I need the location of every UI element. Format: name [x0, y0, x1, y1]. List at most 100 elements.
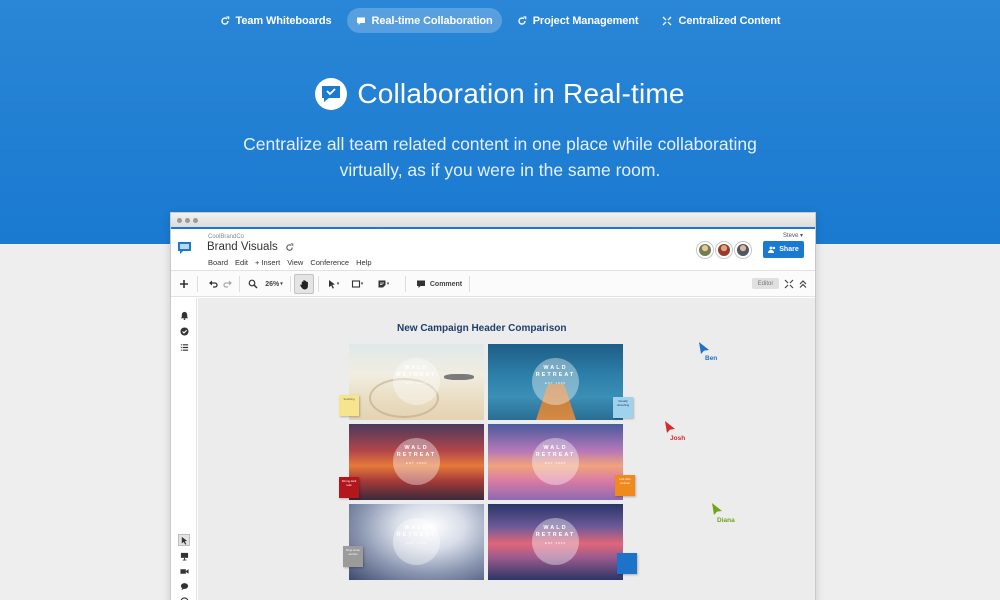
zoom-level[interactable]: 26% ▾: [263, 271, 285, 297]
campaign-image-ocean-pier[interactable]: WALD RETREAT EST 1900: [488, 344, 623, 420]
collaborator-label: Josh: [670, 435, 686, 442]
chat-icon: [180, 582, 188, 590]
presentation-icon: [180, 552, 188, 561]
bell-icon: [180, 311, 188, 320]
sticky-note[interactable]: Strong dark reds: [339, 477, 359, 498]
add-button[interactable]: [177, 271, 191, 297]
sticky-note-tool-button[interactable]: ▾: [375, 271, 391, 297]
left-sidebar: [171, 298, 197, 600]
fullscreen-button[interactable]: [783, 271, 795, 297]
badge-line: RETREAT: [535, 532, 576, 538]
hero-subtitle: Centralize all team related content in o…: [0, 131, 1000, 183]
app-header: CoolBrandCo Brand Visuals Board Edit + I…: [171, 229, 815, 271]
window-chrome: [171, 213, 815, 229]
window-minimize-button[interactable]: [185, 218, 190, 223]
board-heading[interactable]: New Campaign Header Comparison: [397, 323, 566, 334]
share-label: Share: [779, 246, 799, 253]
video-button[interactable]: [179, 566, 189, 576]
campaign-image-pastel-sunset[interactable]: WALD RETREAT EST 1900: [488, 424, 623, 500]
page-title: Collaboration in Real-time: [357, 78, 685, 109]
campaign-image-sand-spiral[interactable]: WALD RETREAT EST 1900: [349, 344, 484, 420]
notifications-button[interactable]: [179, 310, 189, 320]
comment-button[interactable]: Comment: [414, 271, 464, 297]
badge-subtext: EST 1900: [405, 461, 428, 465]
campaign-image-dusk-sea[interactable]: WALD RETREAT EST 1900: [488, 504, 623, 580]
sticky-note[interactable]: Soothing: [339, 395, 359, 416]
pan-tool-button[interactable]: [294, 274, 314, 294]
avatar[interactable]: [716, 242, 732, 258]
menu-board[interactable]: Board: [208, 258, 228, 267]
sticky-note-icon: [378, 280, 386, 288]
chevron-down-icon: ▾: [280, 281, 283, 287]
rectangle-icon: [351, 280, 360, 288]
presenter-mode-button[interactable]: [178, 534, 190, 546]
avatar[interactable]: [735, 242, 751, 258]
badge-text: WALD RETREAT: [349, 445, 484, 459]
tab-label: Team Whiteboards: [235, 14, 332, 27]
toolbar-divider: [405, 276, 406, 292]
board-title[interactable]: Brand Visuals: [207, 241, 278, 253]
avatar[interactable]: [697, 242, 713, 258]
help-button[interactable]: [179, 596, 189, 600]
tab-centralized-content[interactable]: Centralized Content: [653, 8, 789, 33]
collaborator-cursor-icon: [665, 421, 675, 433]
badge-text: WALD RETREAT: [349, 525, 484, 539]
undo-button[interactable]: [207, 271, 219, 297]
tab-team-whiteboards[interactable]: Team Whiteboards: [211, 8, 341, 33]
zoom-value: 26%: [265, 280, 280, 288]
menu-view[interactable]: View: [287, 258, 303, 267]
toolbar-divider: [290, 276, 291, 292]
tasks-button[interactable]: [179, 326, 189, 336]
badge-text: WALD RETREAT: [488, 445, 623, 459]
window-maximize-button[interactable]: [193, 218, 198, 223]
sync-icon[interactable]: [285, 243, 294, 252]
sticky-note[interactable]: Drop some worries: [343, 546, 363, 567]
menu-help[interactable]: Help: [356, 258, 371, 267]
window-close-button[interactable]: [177, 218, 182, 223]
list-button[interactable]: [179, 342, 189, 352]
campaign-image-misty-mountains[interactable]: WALD RETREAT EST 1900: [349, 504, 484, 580]
share-button[interactable]: Share: [763, 241, 804, 258]
badge-text: WALD RETREAT: [349, 365, 484, 379]
subtitle-line: Centralize all team related content in o…: [243, 134, 757, 154]
sticky-note[interactable]: Lost calm contrast: [615, 475, 635, 496]
collapse-icon: [784, 279, 794, 289]
badge-line: WALD: [543, 525, 568, 531]
badge-line: WALD: [543, 445, 568, 451]
comment-icon: [356, 17, 365, 25]
check-circle-icon: [179, 326, 189, 336]
shape-tool-button[interactable]: ▾: [349, 271, 365, 297]
hero-heading: Collaboration in Real-time: [0, 78, 1000, 110]
menu-conference[interactable]: Conference: [310, 258, 349, 267]
select-tool-button[interactable]: ▾: [325, 271, 341, 297]
tab-project-management[interactable]: Project Management: [508, 8, 648, 33]
zoom-button[interactable]: [247, 271, 259, 297]
hand-icon: [299, 279, 308, 289]
sticky-note[interactable]: [617, 553, 637, 574]
menu-insert[interactable]: + Insert: [255, 258, 280, 267]
badge-subtext: EST 1900: [544, 461, 567, 465]
redo-button[interactable]: [222, 271, 234, 297]
user-menu[interactable]: Steve ▾: [783, 232, 803, 239]
whiteboard-canvas[interactable]: New Campaign Header Comparison WALD RETRE…: [198, 298, 815, 600]
toolbar-divider: [239, 276, 240, 292]
badge-line: WALD: [404, 525, 429, 531]
present-button[interactable]: [179, 551, 189, 561]
collaborator-cursor-icon: [712, 503, 722, 515]
sticky-note[interactable]: Visually refreshing: [613, 397, 633, 418]
badge-line: WALD: [404, 445, 429, 451]
campaign-image-red-sunset[interactable]: WALD RETREAT EST 1900: [349, 424, 484, 500]
collapse-toolbar-button[interactable]: [797, 271, 809, 297]
badge-subtext: EST 1900: [544, 541, 567, 545]
chat-button[interactable]: [179, 581, 189, 591]
collaboration-logo-icon: [315, 78, 348, 110]
editor-mode-badge[interactable]: Editor: [752, 278, 779, 289]
menu-edit[interactable]: Edit: [235, 258, 248, 267]
app-logo-icon: [178, 242, 191, 254]
redo-icon: [223, 280, 232, 288]
badge-text: WALD RETREAT: [488, 525, 623, 539]
help-icon: [179, 596, 189, 600]
tab-real-time-collaboration[interactable]: Real-time Collaboration: [346, 8, 502, 33]
company-name: CoolBrandCo: [208, 234, 245, 240]
badge-subtext: EST 1900: [544, 381, 567, 385]
